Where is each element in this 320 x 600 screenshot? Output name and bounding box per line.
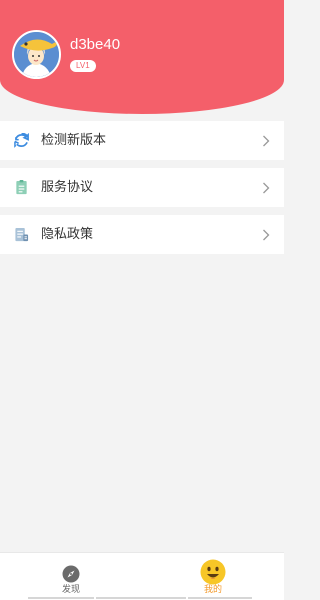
compass-icon <box>62 565 80 583</box>
tab-mine[interactable]: 我的 <box>142 553 284 600</box>
tab-discover[interactable]: 发现 <box>0 553 142 600</box>
menu-item-label: 隐私政策 <box>41 227 94 242</box>
refresh-icon <box>14 133 29 148</box>
privacy-document-icon <box>15 227 29 242</box>
menu-item-label: 服务协议 <box>41 180 94 195</box>
avatar[interactable] <box>12 30 61 79</box>
smiley-icon <box>200 559 226 585</box>
cartoon-avatar-icon <box>14 32 59 77</box>
menu-item-check-update[interactable]: 检测新版本 <box>0 121 284 160</box>
menu-item-service-agreement[interactable]: 服务协议 <box>0 168 284 207</box>
menu-item-label: 检测新版本 <box>41 133 107 148</box>
tab-divider <box>96 597 186 599</box>
tab-divider <box>188 597 252 599</box>
tab-label: 我的 <box>203 585 222 595</box>
tab-divider <box>28 597 94 599</box>
tab-label: 发现 <box>61 585 80 595</box>
bottom-nav: 发现 我的 <box>0 552 284 600</box>
chevron-right-icon <box>263 135 270 147</box>
document-icon <box>16 180 27 195</box>
profile-page: d3be40 LV1 检测新版本 服务协议 隐私政策 发现 我的 <box>0 0 284 600</box>
level-badge: LV1 <box>70 60 96 72</box>
username: d3be40 <box>70 36 121 53</box>
menu-item-privacy-policy[interactable]: 隐私政策 <box>0 215 284 254</box>
chevron-right-icon <box>263 182 270 194</box>
profile-header: d3be40 LV1 <box>0 0 284 114</box>
chevron-right-icon <box>263 229 270 241</box>
settings-menu: 检测新版本 服务协议 隐私政策 <box>0 121 284 262</box>
